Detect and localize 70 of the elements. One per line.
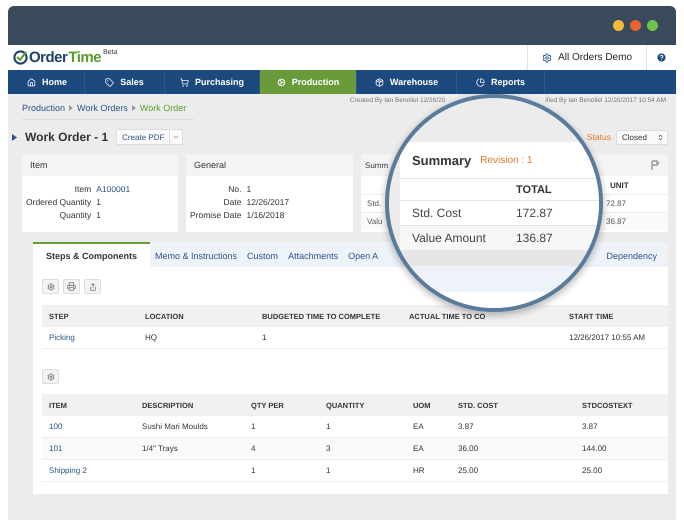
zoom-light[interactable] bbox=[647, 20, 658, 31]
settings-icon bbox=[542, 52, 552, 62]
chevron-icon bbox=[132, 104, 136, 110]
tab[interactable]: Dependency bbox=[601, 242, 662, 267]
breadcrumb-link[interactable]: Production bbox=[22, 102, 66, 112]
summary-title: Summary bbox=[412, 152, 472, 168]
field-value: 1 bbox=[96, 210, 102, 220]
field-label: Promise Date bbox=[190, 210, 242, 220]
table-cell: 1/4" Trays bbox=[135, 438, 244, 460]
logo-icon bbox=[13, 50, 28, 65]
tab[interactable]: Memo & Instructions bbox=[150, 242, 242, 267]
tab[interactable]: Open A bbox=[343, 242, 384, 267]
field-label: Ordered Quantity bbox=[26, 197, 92, 207]
tag-icon bbox=[105, 78, 114, 86]
table-link[interactable]: 101 bbox=[42, 438, 135, 460]
nav-tab[interactable]: Sales bbox=[85, 70, 165, 94]
tab[interactable]: Attachments bbox=[283, 242, 344, 267]
print-button[interactable] bbox=[63, 279, 80, 294]
printer-icon bbox=[67, 282, 76, 291]
gear-icon bbox=[276, 78, 286, 86]
logo-text: Time bbox=[68, 49, 102, 66]
table-cell: 3 bbox=[319, 438, 406, 460]
revision-label: Revision : 1 bbox=[480, 154, 532, 166]
table-cell: Value Amount bbox=[400, 225, 516, 250]
field-value: 1 bbox=[246, 184, 252, 194]
tab[interactable]: Steps & Components bbox=[33, 242, 150, 267]
field-label: Date bbox=[222, 197, 242, 207]
nav-tab[interactable]: Home bbox=[10, 70, 85, 94]
settings-button[interactable] bbox=[42, 279, 59, 294]
cart-icon bbox=[180, 78, 189, 86]
nav-tab[interactable]: Warehouse bbox=[357, 70, 457, 94]
breadcrumb-link[interactable]: Work Orders bbox=[77, 102, 128, 112]
pie-chart-icon bbox=[476, 78, 485, 86]
table-cell: 36.00 bbox=[451, 438, 575, 460]
updown-caret-icon bbox=[657, 134, 664, 140]
field-value: 12/26/2017 bbox=[246, 197, 290, 207]
field-value: 1 bbox=[96, 197, 102, 207]
table-cell: EA bbox=[406, 438, 451, 460]
table-cell: 36.87 bbox=[606, 212, 668, 230]
settings-button[interactable] bbox=[42, 369, 59, 384]
table-cell: 4 bbox=[244, 438, 319, 460]
chevron-icon bbox=[69, 104, 74, 110]
tab[interactable]: Custom bbox=[242, 242, 284, 267]
status-label: Status bbox=[586, 132, 611, 142]
minimize-light[interactable] bbox=[613, 20, 624, 31]
field-link[interactable]: A100001 bbox=[96, 184, 170, 194]
status-select[interactable]: Closed bbox=[616, 130, 668, 144]
panel-title: General bbox=[194, 160, 226, 170]
field-label: Quantity bbox=[58, 210, 92, 220]
help-icon bbox=[656, 52, 667, 63]
page-title: Work Order - 1 bbox=[25, 130, 108, 144]
settings-icon bbox=[46, 282, 54, 290]
field-value: 1/16/2018 bbox=[246, 210, 286, 220]
panel-title: Item bbox=[30, 160, 48, 170]
field-label: Item bbox=[74, 184, 92, 194]
expand-arrow-icon[interactable] bbox=[12, 134, 17, 140]
column-header: UNIT bbox=[609, 180, 630, 192]
maximize-light[interactable] bbox=[630, 20, 641, 31]
box-icon bbox=[374, 78, 384, 86]
table-cell: 136.87 bbox=[516, 225, 599, 250]
logo-text: Order bbox=[29, 49, 68, 66]
settings-icon bbox=[46, 372, 54, 380]
caret-icon bbox=[172, 133, 180, 141]
table-cell: 172.87 bbox=[516, 200, 599, 225]
share-button[interactable] bbox=[84, 279, 101, 294]
field-label: No. bbox=[227, 184, 242, 194]
home-icon bbox=[26, 78, 36, 86]
panel-title: Summ bbox=[365, 160, 388, 170]
table-cell: 144.00 bbox=[575, 438, 668, 460]
share-icon bbox=[88, 282, 96, 290]
